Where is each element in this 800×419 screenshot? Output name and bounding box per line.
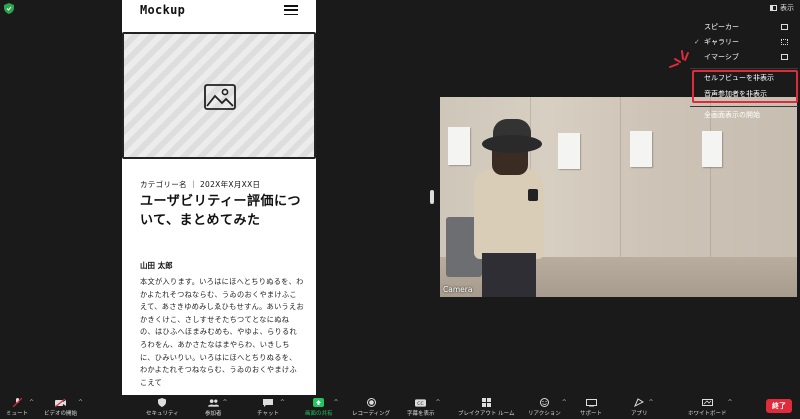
whiteboard-button[interactable]: ホワイトボード ^ — [688, 395, 733, 419]
apps-icon — [634, 398, 645, 407]
article-meta: カテゴリー名 ｜ 202X年X月XX日 — [140, 180, 261, 189]
chevron-up-icon: ^ — [333, 399, 339, 406]
wall-poster — [630, 131, 652, 167]
person-body — [474, 169, 544, 259]
menu-item-immersive[interactable]: イマーシブ — [690, 50, 798, 64]
chevron-up-icon: ^ — [561, 399, 567, 406]
apps-button[interactable]: アプリ ^ — [631, 395, 654, 419]
video-off-icon — [55, 398, 66, 407]
grid-4-icon — [481, 398, 492, 407]
share-screen-button[interactable]: 画面の共有 ^ — [305, 395, 339, 419]
hero-image-placeholder — [122, 32, 316, 159]
chevron-up-icon: ^ — [28, 399, 35, 406]
article-title: ユーザビリティー評価について、まとめてみた — [140, 194, 301, 228]
menu-divider — [690, 68, 798, 69]
smiley-icon — [539, 398, 550, 407]
article-author: 山田 太郎 — [140, 261, 173, 270]
breakout-rooms-button[interactable]: ブレイクアウト ルーム — [458, 395, 514, 419]
check-icon: ✓ — [694, 38, 700, 46]
support-label: サポート — [580, 411, 603, 417]
shared-screen: Mockup カテゴリー名 ｜ 202X年X月XX日 ユーザビリティー評価につい… — [122, 0, 316, 395]
record-icon — [366, 398, 377, 407]
reactions-label: リアクション — [528, 411, 561, 417]
shield-icon[interactable] — [4, 3, 14, 14]
menu-item-label: 全画面表示の開始 — [704, 111, 760, 119]
share-label: 画面の共有 — [305, 411, 333, 417]
chevron-up-icon: ^ — [435, 399, 441, 406]
people-icon — [207, 398, 219, 407]
wall-poster — [702, 131, 722, 167]
mockup-header: Mockup — [122, 0, 316, 20]
video-label: ビデオの開始 — [44, 411, 78, 417]
person-legs — [482, 253, 536, 297]
highlight-box — [692, 70, 798, 103]
article-body: 本文が入ります。いろはにほへとちりぬるを、わかよたれそつねならむ、うゐのおくやま… — [140, 277, 305, 387]
whiteboard-icon — [701, 398, 713, 407]
meeting-toolbar: ミュート ^ ビデオの開始 ^ セキュリティ 参加者 ^ チャット ^ 画面の共… — [0, 395, 800, 419]
monitor-icon — [585, 398, 597, 407]
camera-video-tile[interactable]: Camera — [440, 97, 797, 297]
mute-label: ミュート — [6, 411, 29, 417]
mockup-logo: Mockup — [140, 3, 186, 17]
menu-item-label: スピーカー — [704, 23, 739, 31]
grid-1-icon — [781, 24, 788, 30]
whiteboard-label: ホワイトボード — [688, 411, 727, 417]
menu-item-label: イマーシブ — [704, 53, 739, 61]
breakout-label: ブレイクアウト ルーム — [458, 411, 515, 417]
end-meeting-button[interactable]: 終了 — [766, 399, 792, 413]
participant-name-label: Camera — [443, 285, 473, 294]
start-video-button[interactable]: ビデオの開始 ^ — [44, 395, 83, 419]
phone — [528, 189, 538, 201]
security-label: セキュリティ — [146, 411, 179, 417]
shield-icon — [157, 398, 168, 407]
share-screen-icon — [313, 398, 325, 407]
support-button[interactable]: サポート — [580, 395, 602, 419]
attention-marks-icon — [669, 50, 689, 68]
menu-item-speaker[interactable]: スピーカー — [690, 20, 798, 34]
meeting-window: 表示 Mockup カテゴリー名 ｜ 202X年X月XX日 ユーザビリティー評価… — [0, 0, 800, 419]
menu-item-gallery[interactable]: ✓ ギャラリー — [690, 35, 798, 49]
chevron-up-icon: ^ — [727, 399, 733, 406]
cc-icon: CC — [415, 398, 427, 407]
view-button-label: 表示 — [780, 4, 794, 12]
person-icon — [781, 54, 788, 60]
chat-label: チャット — [257, 411, 279, 417]
view-icon — [770, 5, 777, 11]
participants-label: 参加者 — [205, 411, 222, 417]
wall-poster — [448, 127, 470, 165]
mute-button[interactable]: ミュート ^ — [6, 395, 34, 419]
split-handle[interactable] — [430, 190, 434, 204]
chevron-up-icon: ^ — [77, 399, 84, 406]
grid-3-icon — [781, 39, 788, 45]
menu-divider — [690, 106, 798, 107]
apps-label: アプリ — [631, 411, 648, 417]
chevron-up-icon: ^ — [222, 399, 228, 406]
record-button[interactable]: レコーディング — [352, 395, 390, 419]
reactions-button[interactable]: リアクション ^ — [528, 395, 567, 419]
chevron-up-icon: ^ — [279, 399, 285, 406]
menu-item-label: ギャラリー — [704, 38, 739, 46]
security-button[interactable]: セキュリティ — [146, 395, 179, 419]
image-placeholder-icon — [204, 84, 236, 110]
captions-button[interactable]: CC 字幕を表示 ^ — [407, 395, 441, 419]
record-label: レコーディング — [352, 411, 391, 417]
fullscreen-option[interactable]: 全画面表示の開始 — [690, 108, 798, 122]
view-button[interactable]: 表示 — [770, 3, 794, 13]
hamburger-menu-icon — [284, 5, 298, 15]
captions-label: 字幕を表示 — [407, 411, 435, 417]
svg-text:CC: CC — [418, 400, 424, 406]
person-hat-brim — [482, 135, 542, 153]
wall-poster — [558, 133, 580, 169]
mic-muted-icon — [12, 398, 23, 407]
participants-button[interactable]: 参加者 ^ — [205, 395, 228, 419]
chat-bubble-icon — [262, 398, 273, 407]
chat-button[interactable]: チャット ^ — [257, 395, 285, 419]
chevron-up-icon: ^ — [648, 399, 654, 406]
